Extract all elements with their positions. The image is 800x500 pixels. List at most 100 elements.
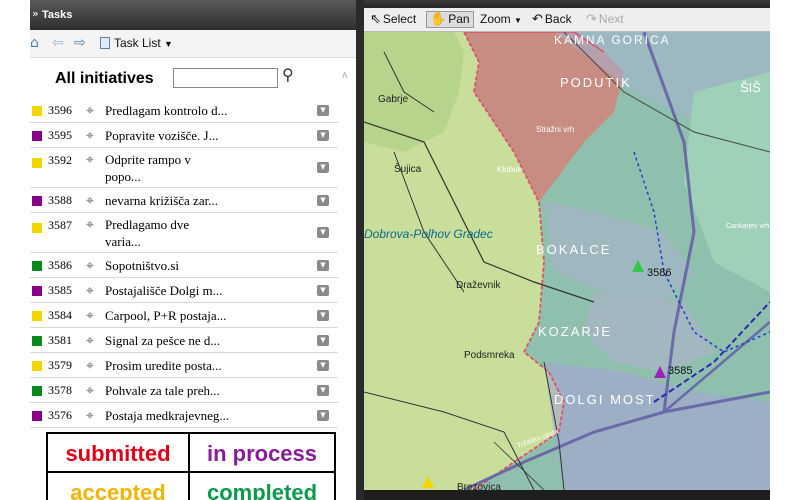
chevron-down-icon: ▼ xyxy=(164,39,173,49)
chevron-down-icon[interactable]: ▼ xyxy=(317,105,329,116)
locate-icon[interactable]: ⌖ xyxy=(86,284,94,298)
locate-icon[interactable]: ⌖ xyxy=(86,384,94,398)
chevron-down-icon[interactable]: ▼ xyxy=(317,335,329,346)
marker-3586-label: 3586 xyxy=(647,267,671,279)
page-title: All initiatives xyxy=(55,70,154,87)
label-podsmreka: Podsmreka xyxy=(464,350,515,361)
status-color-square xyxy=(32,158,42,168)
task-title[interactable]: Postaja medkrajevneg... xyxy=(105,407,245,424)
next-label: Next xyxy=(598,12,624,26)
locate-icon[interactable]: ⌖ xyxy=(86,359,94,373)
task-row[interactable]: 3592 ⌖ Odprite rampo v popo... ▼ xyxy=(30,148,338,188)
task-id: 3579 xyxy=(48,358,72,372)
search-input[interactable] xyxy=(173,68,278,88)
select-button[interactable]: ⇖ Select xyxy=(370,12,416,27)
panel-divider[interactable] xyxy=(356,0,364,500)
locate-icon[interactable]: ⌖ xyxy=(86,334,94,348)
task-title[interactable]: Sopotništvo.si xyxy=(105,257,245,274)
heading-row: All initiatives ⚲ xyxy=(30,62,360,96)
locate-icon[interactable]: ⌖ xyxy=(86,194,94,208)
task-title[interactable]: Postajališče Dolgi m... xyxy=(105,282,245,299)
status-color-square xyxy=(32,261,42,271)
task-title[interactable]: Predlagam kontrolo d... xyxy=(105,102,245,119)
task-title[interactable]: nevarna križišča zar... xyxy=(105,192,245,209)
task-title[interactable]: Carpool, P+R postaja... xyxy=(105,307,245,324)
map-titlebar xyxy=(364,0,770,8)
task-title[interactable]: Popravite vozišče. J... xyxy=(105,127,245,144)
select-label: Select xyxy=(382,12,417,26)
forward-arrow-icon[interactable]: ⇨ xyxy=(74,35,86,51)
back-button[interactable]: ↶ Back xyxy=(532,12,572,27)
forward-icon: ↷ xyxy=(586,12,597,27)
task-row[interactable]: 3587 ⌖ Predlagamo dve varia... ▼ xyxy=(30,213,338,253)
task-row[interactable]: 3579 ⌖ Prosim uredite posta... ▼ xyxy=(30,353,338,378)
chevron-down-icon[interactable]: ▼ xyxy=(317,360,329,371)
locate-icon[interactable]: ⌖ xyxy=(86,153,94,167)
task-title[interactable]: Pohvale za tale preh... xyxy=(105,382,245,399)
task-list-dropdown[interactable]: Task List ▼ xyxy=(100,36,173,50)
task-row[interactable]: 3588 ⌖ nevarna križišča zar... ▼ xyxy=(30,188,338,213)
search-icon[interactable]: ⚲ xyxy=(282,65,294,84)
task-row[interactable]: 3595 ⌖ Popravite vozišče. J... ▼ xyxy=(30,123,338,148)
status-color-square xyxy=(32,223,42,233)
chevron-down-icon[interactable]: ▼ xyxy=(317,260,329,271)
label-podutik: PODUTIK xyxy=(560,75,632,90)
locate-icon[interactable]: ⌖ xyxy=(86,309,94,323)
chevron-down-icon[interactable]: ▼ xyxy=(317,162,329,173)
next-button[interactable]: ↷ Next xyxy=(586,12,624,27)
task-title[interactable]: Prosim uredite posta... xyxy=(105,357,245,374)
legend-submitted: submitted xyxy=(48,434,190,473)
cursor-icon: ⇖ xyxy=(370,12,381,27)
task-id: 3595 xyxy=(48,128,72,142)
chevron-down-icon[interactable]: ▼ xyxy=(317,385,329,396)
label-strazni-vrh: Stražni vrh xyxy=(536,125,574,134)
status-legend: submitted in process accepted completed xyxy=(46,432,336,500)
task-row[interactable]: 3581 ⌖ Signal za pešce ne d... ▼ xyxy=(30,328,338,353)
collapse-icon[interactable]: » xyxy=(32,7,39,20)
label-drazevnik: Draževnik xyxy=(456,280,501,291)
task-id: 3586 xyxy=(48,258,72,272)
chevron-down-icon[interactable]: ▼ xyxy=(317,130,329,141)
back-label: Back xyxy=(544,12,572,26)
locate-icon[interactable]: ⌖ xyxy=(86,409,94,423)
status-color-square xyxy=(32,196,42,206)
map-panel: ⇖ Select ✋ Pan Zoom ▼ ↶ Back ↷ Next KAMN… xyxy=(364,0,770,500)
legend-accepted: accepted xyxy=(48,473,190,500)
locate-icon[interactable]: ⌖ xyxy=(86,129,94,143)
task-title[interactable]: Signal za pešce ne d... xyxy=(105,332,245,349)
chevron-down-icon[interactable]: ▼ xyxy=(317,285,329,296)
task-id: 3581 xyxy=(48,333,72,347)
task-row[interactable]: 3596 ⌖ Predlagam kontrolo d... ▼ xyxy=(30,98,338,123)
hand-icon: ✋ xyxy=(430,12,447,27)
scroll-up-icon[interactable]: ∧ xyxy=(341,70,348,81)
task-row[interactable]: 3586 ⌖ Sopotništvo.si ▼ xyxy=(30,253,338,278)
chevron-down-icon[interactable]: ▼ xyxy=(317,195,329,206)
task-title[interactable]: Odprite rampo v popo... xyxy=(105,151,215,185)
status-color-square xyxy=(32,286,42,296)
task-row[interactable]: 3578 ⌖ Pohvale za tale preh... ▼ xyxy=(30,378,338,403)
label-gabrje: Gabrje xyxy=(378,94,408,105)
task-list: 3596 ⌖ Predlagam kontrolo d... ▼ 3595 ⌖ Poprav… xyxy=(30,98,338,428)
task-row[interactable]: 3584 ⌖ Carpool, P+R postaja... ▼ xyxy=(30,303,338,328)
task-id: 3596 xyxy=(48,103,72,117)
task-title[interactable]: Predlagamo dve varia... xyxy=(105,216,215,250)
chevron-down-icon[interactable]: ▼ xyxy=(317,410,329,421)
home-icon[interactable]: ⌂ xyxy=(30,35,39,51)
tasks-toolbar: ⌂ ⇦ ⇨ Task List ▼ xyxy=(30,30,360,58)
locate-icon[interactable]: ⌖ xyxy=(86,218,94,232)
zoom-button[interactable]: Zoom ▼ xyxy=(480,12,522,26)
back-arrow-icon[interactable]: ⇦ xyxy=(52,35,64,51)
task-row[interactable]: 3576 ⌖ Postaja medkrajevneg... ▼ xyxy=(30,403,338,428)
chevron-down-icon[interactable]: ▼ xyxy=(317,310,329,321)
locate-icon[interactable]: ⌖ xyxy=(86,104,94,118)
back-icon: ↶ xyxy=(532,12,543,27)
chevron-down-icon[interactable]: ▼ xyxy=(317,227,329,238)
label-dobrova: Dobrova-Polhov Gradec xyxy=(364,227,493,241)
locate-icon[interactable]: ⌖ xyxy=(86,259,94,273)
page-margin xyxy=(770,0,800,500)
task-id: 3576 xyxy=(48,408,72,422)
pan-button[interactable]: ✋ Pan xyxy=(426,11,474,28)
legend-in-process: in process xyxy=(190,434,334,473)
task-row[interactable]: 3585 ⌖ Postajališče Dolgi m... ▼ xyxy=(30,278,338,303)
map-canvas[interactable]: KAMNA GORICA PODUTIK ŠIŠ Gabrje Šujica S… xyxy=(364,32,770,490)
